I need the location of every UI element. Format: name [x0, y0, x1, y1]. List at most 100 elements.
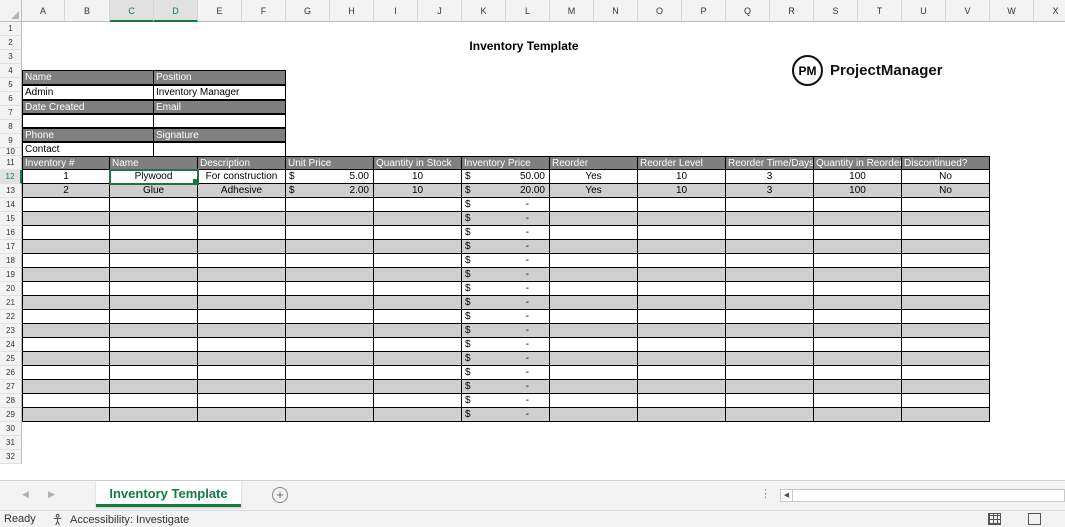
column-header-P[interactable]: P: [682, 0, 726, 22]
table-cell[interactable]: [550, 310, 638, 324]
table-cell[interactable]: [814, 394, 902, 408]
tab-inventory-template[interactable]: Inventory Template: [96, 481, 241, 507]
table-cell[interactable]: [902, 338, 990, 352]
table-cell[interactable]: [286, 226, 374, 240]
table-cell[interactable]: [902, 324, 990, 338]
table-cell[interactable]: $ -: [462, 240, 550, 254]
date-created-label[interactable]: Date Created: [22, 100, 154, 114]
table-cell[interactable]: [22, 282, 110, 296]
table-cell[interactable]: $ -: [462, 226, 550, 240]
table-cell[interactable]: [902, 198, 990, 212]
row-header-2[interactable]: 2: [0, 36, 22, 50]
table-cell[interactable]: [814, 352, 902, 366]
table-cell[interactable]: [726, 380, 814, 394]
column-header-A[interactable]: A: [22, 0, 65, 22]
table-cell[interactable]: [374, 310, 462, 324]
table-cell[interactable]: [110, 268, 198, 282]
table-cell[interactable]: $ -: [462, 254, 550, 268]
scroll-left-arrow-icon[interactable]: ◀: [781, 490, 793, 501]
table-cell[interactable]: 100: [814, 170, 902, 184]
table-cell[interactable]: [22, 394, 110, 408]
row-header-29[interactable]: 29: [0, 408, 22, 422]
phone-label[interactable]: Phone: [22, 128, 154, 142]
column-header-R[interactable]: R: [770, 0, 814, 22]
table-cell[interactable]: [814, 408, 902, 422]
table-cell[interactable]: [22, 268, 110, 282]
normal-view-icon[interactable]: [988, 513, 1001, 525]
table-cell[interactable]: [638, 352, 726, 366]
table-cell[interactable]: [550, 254, 638, 268]
accessibility-status[interactable]: Accessibility: Investigate: [52, 513, 189, 526]
table-cell[interactable]: [198, 240, 286, 254]
table-cell[interactable]: $ -: [462, 282, 550, 296]
table-cell[interactable]: $ -: [462, 338, 550, 352]
table-cell[interactable]: $ -: [462, 296, 550, 310]
table-cell[interactable]: [286, 394, 374, 408]
table-cell[interactable]: [814, 226, 902, 240]
table-cell[interactable]: [374, 268, 462, 282]
table-cell[interactable]: [198, 198, 286, 212]
table-cell[interactable]: [814, 240, 902, 254]
spreadsheet-grid[interactable]: ABCDEFGHIJKLMNOPQRSTUVWX 1 2 3 4 5 6 7 8 9 10 11 12…: [0, 0, 1065, 480]
table-cell[interactable]: [902, 268, 990, 282]
table-cell[interactable]: [374, 296, 462, 310]
row-header-4[interactable]: 4: [0, 64, 22, 78]
row-header-12[interactable]: 12: [0, 170, 22, 184]
table-cell[interactable]: [374, 408, 462, 422]
table-cell[interactable]: [374, 254, 462, 268]
table-cell[interactable]: [110, 394, 198, 408]
table-cell[interactable]: $5.00: [286, 170, 374, 184]
table-cell[interactable]: [110, 226, 198, 240]
column-header-X[interactable]: X: [1034, 0, 1065, 22]
select-all-corner[interactable]: [0, 0, 22, 22]
table-cell[interactable]: [550, 212, 638, 226]
date-created-value[interactable]: [22, 114, 154, 128]
table-cell[interactable]: 2: [22, 184, 110, 198]
position-value[interactable]: Inventory Manager: [153, 85, 286, 100]
table-cell[interactable]: [902, 282, 990, 296]
table-cell[interactable]: [726, 324, 814, 338]
table-cell[interactable]: Glue: [110, 184, 198, 198]
table-cell[interactable]: For construction: [198, 170, 286, 184]
table-cell[interactable]: [902, 352, 990, 366]
table-cell[interactable]: [726, 212, 814, 226]
table-cell[interactable]: [638, 394, 726, 408]
table-header-cell[interactable]: Unit Price: [286, 156, 374, 170]
table-cell[interactable]: [550, 282, 638, 296]
table-cell[interactable]: [22, 226, 110, 240]
table-cell[interactable]: [814, 296, 902, 310]
table-cell[interactable]: [374, 212, 462, 226]
table-cell[interactable]: [22, 408, 110, 422]
tab-splitter-handle[interactable]: ⋮: [760, 487, 771, 500]
row-header-14[interactable]: 14: [0, 198, 22, 212]
table-cell[interactable]: [374, 352, 462, 366]
table-cell[interactable]: [198, 268, 286, 282]
table-cell[interactable]: $ -: [462, 352, 550, 366]
table-cell[interactable]: [814, 212, 902, 226]
row-header-1[interactable]: 1: [0, 22, 22, 36]
table-cell[interactable]: [374, 380, 462, 394]
table-cell[interactable]: [110, 408, 198, 422]
table-cell[interactable]: Yes: [550, 170, 638, 184]
phone-value[interactable]: Contact: [22, 142, 154, 157]
table-cell[interactable]: [638, 198, 726, 212]
table-cell[interactable]: [286, 296, 374, 310]
table-cell[interactable]: [902, 310, 990, 324]
table-header-cell[interactable]: Name: [110, 156, 198, 170]
name-label[interactable]: Name: [22, 70, 154, 85]
table-cell[interactable]: [638, 310, 726, 324]
table-cell[interactable]: [726, 282, 814, 296]
row-header-3[interactable]: 3: [0, 50, 22, 64]
table-cell[interactable]: Yes: [550, 184, 638, 198]
table-cell[interactable]: [902, 254, 990, 268]
row-header-10[interactable]: 10: [0, 148, 22, 156]
table-cell[interactable]: [550, 324, 638, 338]
row-header-32[interactable]: 32: [0, 450, 22, 464]
table-cell[interactable]: [22, 380, 110, 394]
table-cell[interactable]: [726, 366, 814, 380]
signature-label[interactable]: Signature: [153, 128, 286, 142]
table-cell[interactable]: [286, 324, 374, 338]
row-header-19[interactable]: 19: [0, 268, 22, 282]
table-cell[interactable]: [726, 268, 814, 282]
table-cell[interactable]: $ -: [462, 366, 550, 380]
